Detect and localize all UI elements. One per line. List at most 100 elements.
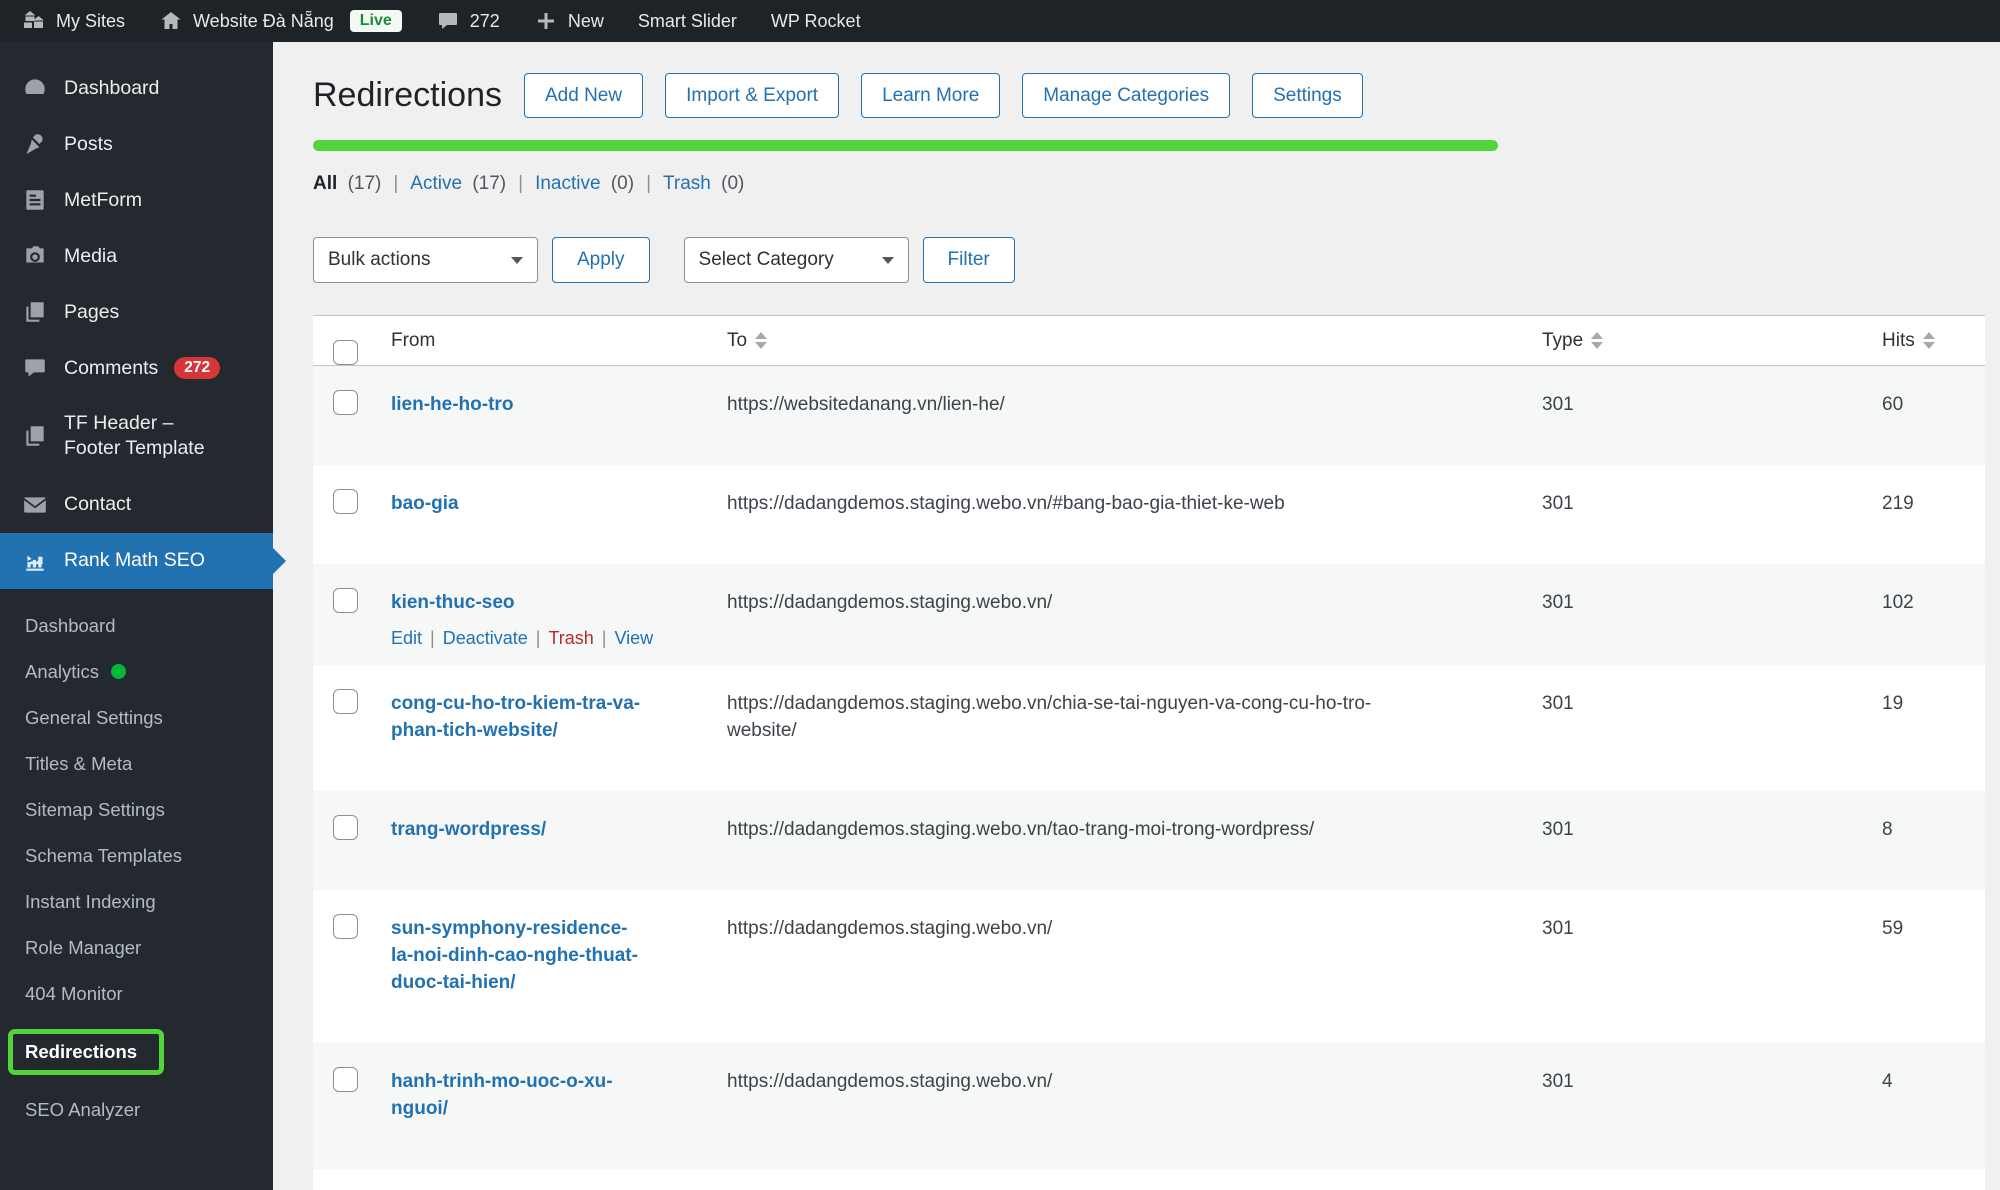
view-trash[interactable]: Trash (0): [663, 173, 744, 195]
bulk-actions-select[interactable]: Bulk actions: [313, 237, 538, 283]
submenu-item-instant-indexing[interactable]: Instant Indexing: [0, 879, 273, 925]
row-checkbox[interactable]: [333, 815, 358, 841]
submenu-item-label: General Settings: [25, 706, 163, 728]
table-row: sun-symphony-residence-la-noi-dinh-cao-n…: [313, 890, 1985, 1043]
settings-button[interactable]: Settings: [1252, 72, 1363, 118]
row-checkbox[interactable]: [333, 1067, 358, 1093]
apply-button[interactable]: Apply: [552, 237, 650, 283]
redirection-hits: 8: [1882, 819, 1893, 841]
row-checkbox[interactable]: [333, 587, 358, 613]
submenu-item-label: SEO Analyzer: [25, 1098, 141, 1120]
page-header: Redirections Add New Import & Export Lea…: [313, 72, 1985, 118]
smart-slider-label: Smart Slider: [637, 10, 737, 31]
submenu-item-sitemap-settings[interactable]: Sitemap Settings: [0, 787, 273, 833]
column-header-type[interactable]: Type: [1528, 315, 1868, 366]
submenu-item-seo-analyzer[interactable]: SEO Analyzer: [0, 1087, 273, 1133]
sidebar-item-metform[interactable]: MetForm: [0, 172, 273, 228]
sidebar-item-pages[interactable]: Pages: [0, 284, 273, 340]
view-all[interactable]: All (17): [313, 173, 381, 195]
table-toolbar: Bulk actions Apply Select Category Filte…: [313, 237, 1985, 283]
trash-action[interactable]: Trash: [548, 628, 593, 648]
analytics-status-dot: [111, 664, 127, 680]
my-sites-label: My Sites: [56, 10, 126, 31]
column-label: Hits: [1882, 329, 1915, 351]
submenu-item-label: Role Manager: [25, 936, 142, 958]
comments-count-badge: 272: [174, 357, 221, 379]
submenu-item-label: Instant Indexing: [25, 890, 156, 912]
sidebar-item-comments[interactable]: Comments 272: [0, 340, 273, 396]
view-count: (17): [347, 173, 382, 194]
sidebar-item-dashboard[interactable]: Dashboard: [0, 60, 273, 116]
sidebar-item-media[interactable]: Media: [0, 228, 273, 284]
submenu-item-analytics[interactable]: Analytics: [0, 649, 273, 695]
column-label: Type: [1542, 329, 1584, 351]
admin-bar-smart-slider[interactable]: Smart Slider: [638, 11, 737, 32]
sidebar-item-posts[interactable]: Posts: [0, 116, 273, 172]
import-export-button[interactable]: Import & Export: [665, 72, 840, 118]
column-header-hits[interactable]: Hits: [1868, 315, 1985, 366]
action-separator: |: [601, 627, 607, 648]
chevron-down-icon: [511, 256, 523, 264]
row-actions: Edit | Deactivate | Trash | View: [391, 626, 699, 652]
submenu-item-dashboard[interactable]: Dashboard: [0, 603, 273, 649]
view-label: Trash: [663, 173, 711, 194]
admin-bar-new[interactable]: New: [534, 9, 604, 33]
admin-bar-my-sites[interactable]: My Sites: [22, 9, 125, 33]
select-all-checkbox[interactable]: [333, 340, 358, 365]
redirection-type: 301: [1542, 394, 1574, 415]
action-separator: |: [430, 627, 435, 648]
learn-more-button[interactable]: Learn More: [861, 72, 1001, 118]
redirection-hits: 4: [1882, 1071, 1893, 1093]
sidebar-item-label: Contact: [64, 493, 132, 516]
redirection-hits: 19: [1882, 693, 1904, 715]
admin-sidebar: Dashboard Posts MetForm Media Pages Comm…: [0, 42, 286, 1190]
admin-bar-wp-rocket[interactable]: WP Rocket: [771, 11, 861, 32]
redirection-from-link[interactable]: trang-wordpress/: [391, 817, 546, 844]
add-new-button[interactable]: Add New: [523, 72, 644, 118]
sidebar-item-tf-header-footer[interactable]: TF Header – Footer Template: [0, 396, 273, 477]
submenu-item-general-settings[interactable]: General Settings: [0, 695, 273, 741]
redirection-from-link[interactable]: cong-cu-ho-tro-kiem-tra-va-phan-tich-web…: [391, 691, 649, 745]
view-label: Inactive: [535, 173, 601, 194]
sidebar-item-contact[interactable]: Contact: [0, 477, 273, 533]
row-checkbox[interactable]: [333, 689, 358, 715]
row-checkbox[interactable]: [333, 390, 358, 415]
submenu-item-role-manager[interactable]: Role Manager: [0, 925, 273, 971]
view-separator: |: [646, 173, 651, 194]
submenu-item-redirections[interactable]: Redirections: [0, 1017, 273, 1087]
redirection-to-url: https://dadangdemos.staging.webo.vn/chia…: [727, 693, 1372, 742]
redirection-to-url: https://websitedanang.vn/lien-he/: [727, 394, 1005, 415]
view-active[interactable]: Active (17): [410, 173, 506, 195]
filter-button[interactable]: Filter: [922, 237, 1015, 283]
redirection-hits: 219: [1882, 492, 1914, 514]
sidebar-item-label: Dashboard: [64, 76, 160, 99]
view-action[interactable]: View: [614, 628, 653, 648]
admin-bar-comments[interactable]: 272: [436, 9, 500, 33]
category-select[interactable]: Select Category: [683, 237, 909, 283]
redirection-from-link[interactable]: lien-he-ho-tro: [391, 392, 513, 419]
row-checkbox[interactable]: [333, 488, 358, 514]
main-content: Redirections Add New Import & Export Lea…: [273, 42, 2000, 1190]
deactivate-action[interactable]: Deactivate: [443, 628, 528, 648]
rank-math-icon: [26, 555, 44, 571]
comments-icon: [25, 359, 45, 377]
row-checkbox[interactable]: [333, 914, 358, 940]
redirection-from-link[interactable]: bao-gia: [391, 491, 459, 518]
view-inactive[interactable]: Inactive (0): [535, 173, 634, 195]
redirection-from-link[interactable]: kien-thuc-seo: [391, 590, 515, 617]
redirection-from-link[interactable]: sun-symphony-residence-la-noi-dinh-cao-n…: [391, 916, 649, 997]
column-label: To: [727, 329, 748, 351]
dashboard-icon: [25, 79, 45, 94]
submenu-item-schema-templates[interactable]: Schema Templates: [0, 833, 273, 879]
admin-bar-site[interactable]: Website Đà Nẵng Live: [159, 9, 402, 33]
redirection-from-link[interactable]: hanh-trinh-mo-uoc-o-xu-nguoi/: [391, 1069, 649, 1123]
redirections-annotation-box: Redirections: [8, 1028, 165, 1075]
manage-categories-button[interactable]: Manage Categories: [1022, 72, 1231, 118]
redirection-to-url: https://dadangdemos.staging.webo.vn/: [727, 1071, 1053, 1093]
submenu-item-titles-meta[interactable]: Titles & Meta: [0, 741, 273, 787]
site-name: Website Đà Nẵng: [193, 10, 334, 31]
submenu-item-404-monitor[interactable]: 404 Monitor: [0, 971, 273, 1017]
edit-action[interactable]: Edit: [391, 628, 422, 648]
column-header-to[interactable]: To: [713, 315, 1528, 366]
sidebar-item-rank-math-seo[interactable]: Rank Math SEO: [0, 532, 286, 589]
